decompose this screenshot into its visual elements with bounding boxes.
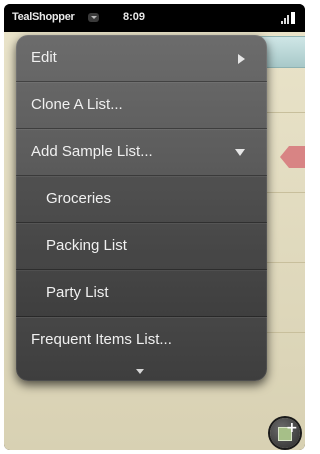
menu-item-label: Groceries [46,190,112,207]
menu-item-label: Edit [31,49,57,66]
menu-item-edit[interactable]: Edit [16,35,267,82]
app-menu-caret-icon[interactable] [88,13,99,22]
arrow-right-icon [238,54,245,64]
menu-item-label: Party List [46,284,109,301]
menu-item-add-sample-list[interactable]: Add Sample List... [16,129,267,176]
menu-item-label: Clone A List... [31,96,123,113]
add-item-icon[interactable] [270,418,300,448]
list-marker [280,146,305,168]
signal-icon[interactable] [281,12,297,24]
app-title[interactable]: TealShopper [12,11,75,23]
menu-item-label: Packing List [46,237,127,254]
app-menu: Edit Clone A List... Add Sample List... … [16,35,267,381]
arrow-down-icon [235,149,245,156]
list-divider [266,112,305,113]
status-bar: TealShopper 8:09 [4,4,305,32]
menu-item-frequent-items-list[interactable]: Frequent Items List... [16,317,267,364]
device-frame: TealShopper 8:09 Edit Clone A List... Ad… [4,4,305,450]
list-divider [266,192,305,193]
menu-item-label: Add Sample List... [31,143,153,160]
list-divider [266,262,305,263]
menu-item-packing-list[interactable]: Packing List [16,223,267,270]
menu-item-groceries[interactable]: Groceries [16,176,267,223]
menu-item-party-list[interactable]: Party List [16,270,267,317]
menu-item-label: Frequent Items List... [31,331,172,348]
chevron-down-icon[interactable] [136,369,144,374]
menu-item-clone-list[interactable]: Clone A List... [16,82,267,129]
clock: 8:09 [123,11,146,23]
list-divider [266,332,305,333]
